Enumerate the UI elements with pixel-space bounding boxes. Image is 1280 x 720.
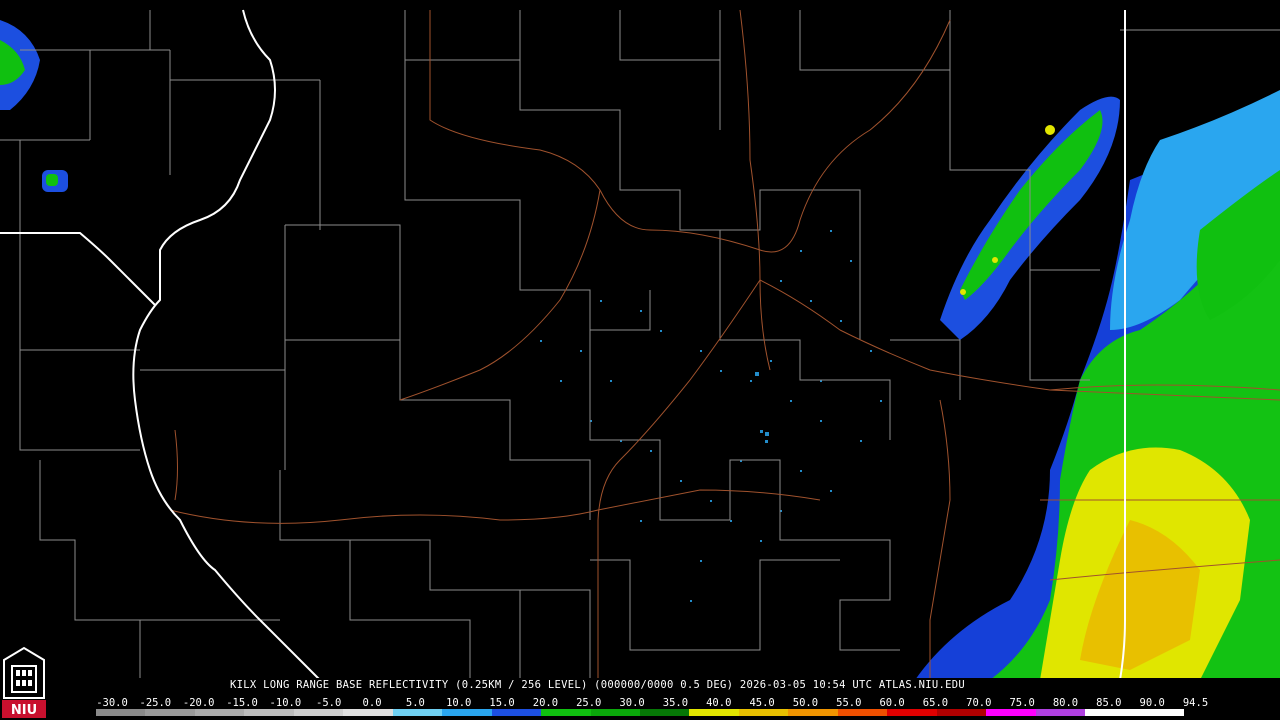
colorbar-segment: [491, 709, 542, 716]
scale-label: 10.0: [446, 697, 472, 709]
product-caption: KILX LONG RANGE BASE REFLECTIVITY (0.25K…: [230, 679, 965, 691]
scale-label: -25.0: [139, 697, 172, 709]
colorbar-segment: [244, 709, 294, 716]
scale-label: 65.0: [922, 697, 949, 709]
scale-label: 55.0: [836, 697, 862, 709]
colorbar-segment: [936, 709, 987, 716]
scale-label: 15.0: [489, 697, 515, 709]
colorbar-segment: [96, 709, 146, 716]
colorbar-segment: [145, 709, 195, 716]
colorbar-segment: [639, 709, 690, 716]
scale-label: 0.0: [362, 697, 382, 709]
colorbar-segment: [590, 709, 640, 716]
colorbar-segment: [1035, 709, 1086, 716]
radar-map: [0, 0, 1280, 720]
scale-label: 85.0: [1096, 697, 1122, 709]
colorbar-segment: [293, 709, 344, 716]
scale-label: -30.0: [96, 697, 128, 709]
scale-label: 40.0: [706, 697, 732, 709]
scale-label: 5.0: [405, 697, 425, 709]
colorbar-segment: [343, 709, 393, 716]
reflectivity-colorbar: [96, 709, 1184, 716]
scale-label: 80.0: [1052, 697, 1079, 709]
scale-label: 70.0: [966, 697, 992, 709]
colorbar-segment: [194, 709, 245, 716]
niu-logo: NIU: [2, 646, 46, 718]
colorbar-segment: [738, 709, 789, 716]
colorbar-segment: [1085, 709, 1135, 716]
colorbar-segment: [986, 709, 1036, 716]
colorbar-segment: [837, 709, 888, 716]
scale-label: 30.0: [619, 697, 645, 709]
scale-label: 60.0: [879, 697, 905, 709]
scale-label: -10.0: [269, 697, 302, 709]
scale-label: 20.0: [532, 697, 559, 709]
colorbar-segment: [541, 709, 591, 716]
colorbar-segment: [689, 709, 739, 716]
scale-label: 45.0: [749, 697, 775, 709]
scale-label: 35.0: [662, 697, 689, 709]
colorbar-segment: [887, 709, 937, 716]
reflectivity-scale-labels: -30.0 -25.0 -20.0 -15.0 -10.0 -5.0 0.0 5.0 10.0 1…: [94, 697, 1208, 709]
niu-logo-text: NIU: [11, 703, 37, 718]
scale-label: 90.0: [1139, 697, 1165, 709]
scale-label: 50.0: [792, 697, 819, 709]
scale-label: -15.0: [226, 697, 258, 709]
scale-label: -5.0: [316, 697, 342, 709]
colorbar-segment: [392, 709, 443, 716]
scale-label: 25.0: [576, 697, 602, 709]
colorbar-segment: [1134, 709, 1184, 716]
scale-label: 75.0: [1009, 697, 1035, 709]
scale-label: 94.5: [1182, 697, 1209, 709]
colorbar-segment: [442, 709, 492, 716]
colorbar-segment: [788, 709, 838, 716]
scale-label: -20.0: [182, 697, 215, 709]
